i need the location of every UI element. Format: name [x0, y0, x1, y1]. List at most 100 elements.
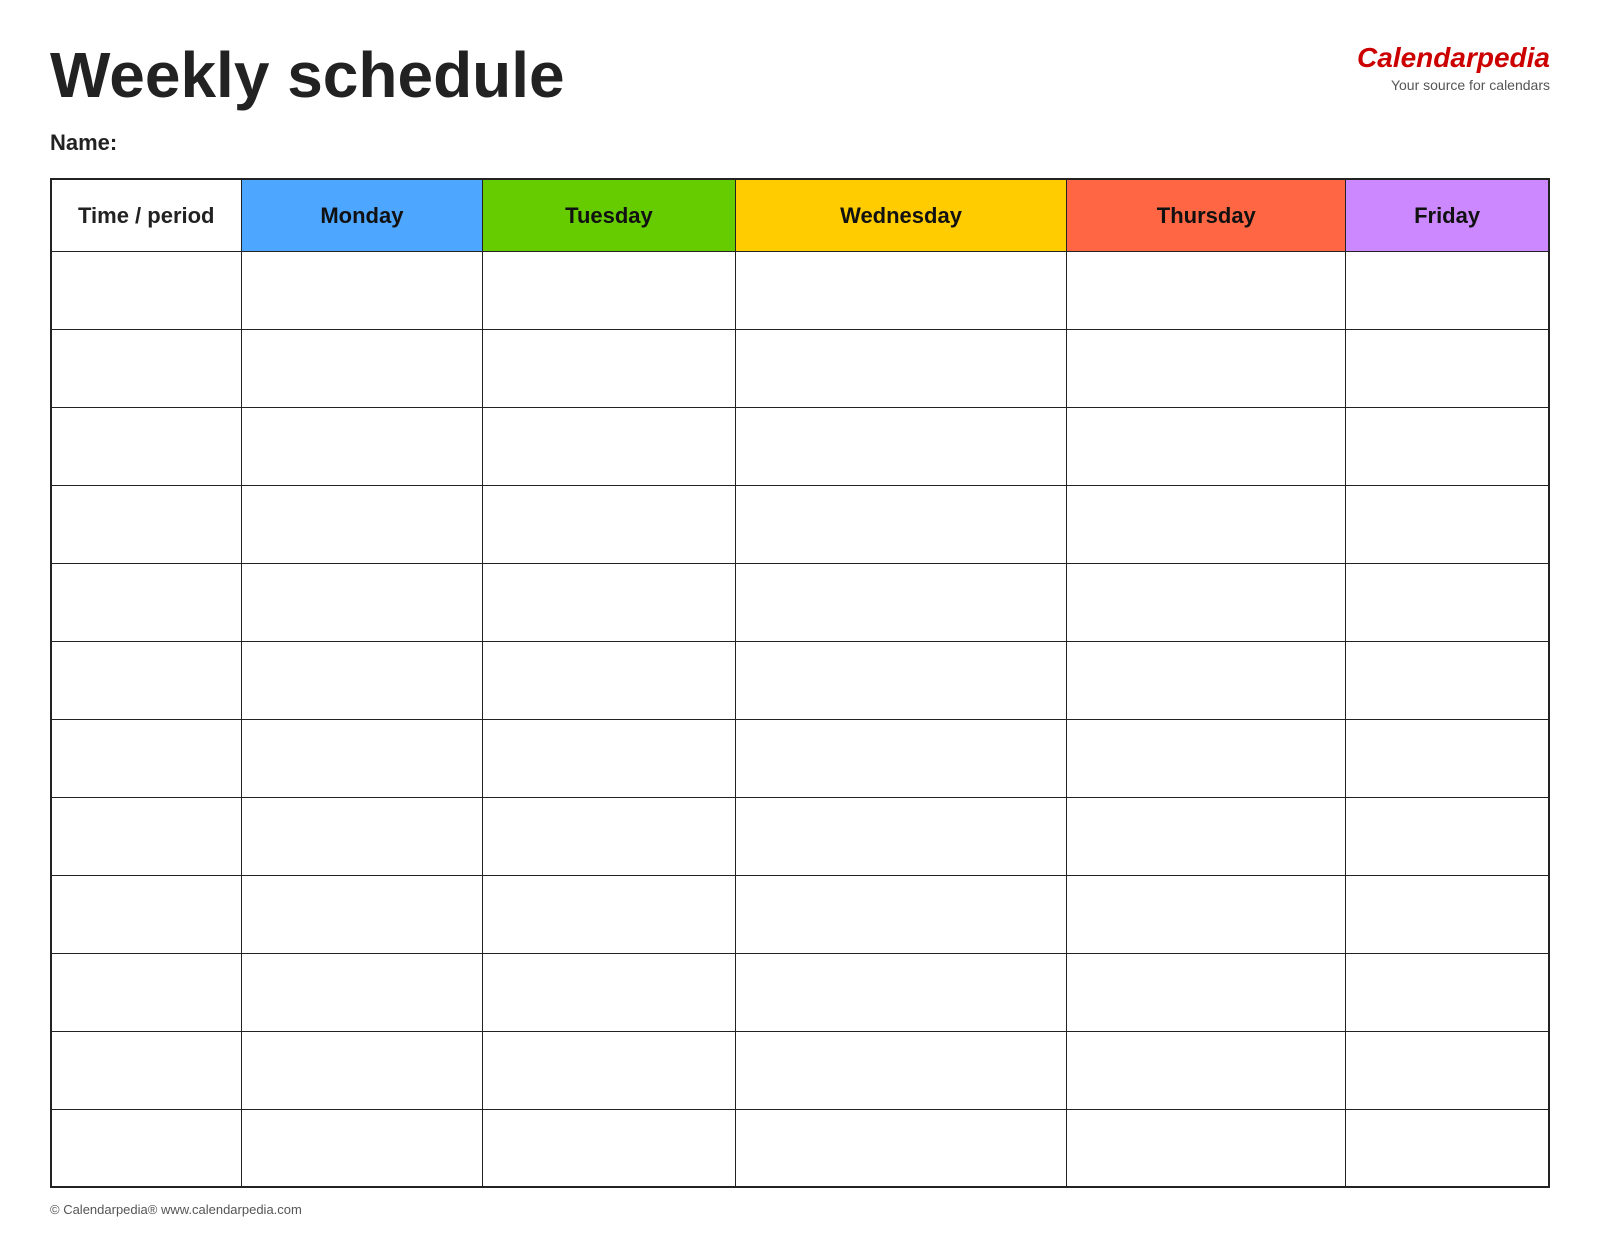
col-header-monday: Monday: [241, 179, 483, 251]
table-cell[interactable]: [1067, 485, 1346, 563]
table-cell[interactable]: [1346, 1109, 1549, 1187]
table-cell[interactable]: [241, 329, 483, 407]
table-cell[interactable]: [735, 1031, 1067, 1109]
table-cell[interactable]: [735, 953, 1067, 1031]
table-cell[interactable]: [1067, 797, 1346, 875]
table-cell[interactable]: [1067, 251, 1346, 329]
table-row: [51, 1031, 1549, 1109]
table-cell[interactable]: [51, 1109, 241, 1187]
table-cell[interactable]: [1346, 797, 1549, 875]
table-cell[interactable]: [1067, 563, 1346, 641]
table-cell[interactable]: [483, 563, 735, 641]
table-cell[interactable]: [483, 875, 735, 953]
table-cell[interactable]: [1346, 641, 1549, 719]
table-row: [51, 407, 1549, 485]
table-cell[interactable]: [1067, 875, 1346, 953]
col-header-friday: Friday: [1346, 179, 1549, 251]
table-row: [51, 485, 1549, 563]
col-header-thursday: Thursday: [1067, 179, 1346, 251]
table-row: [51, 1109, 1549, 1187]
table-cell[interactable]: [735, 719, 1067, 797]
table-row: [51, 329, 1549, 407]
table-cell[interactable]: [1067, 641, 1346, 719]
table-row: [51, 641, 1549, 719]
table-cell[interactable]: [735, 485, 1067, 563]
table-cell[interactable]: [241, 407, 483, 485]
table-cell[interactable]: [735, 875, 1067, 953]
table-cell[interactable]: [483, 641, 735, 719]
table-cell[interactable]: [241, 1109, 483, 1187]
table-cell[interactable]: [241, 875, 483, 953]
table-row: [51, 875, 1549, 953]
table-cell[interactable]: [51, 953, 241, 1031]
table-cell[interactable]: [51, 329, 241, 407]
table-cell[interactable]: [1067, 719, 1346, 797]
table-cell[interactable]: [1346, 485, 1549, 563]
table-cell[interactable]: [1346, 407, 1549, 485]
table-cell[interactable]: [1067, 329, 1346, 407]
table-cell[interactable]: [51, 1031, 241, 1109]
table-cell[interactable]: [241, 953, 483, 1031]
page-title: Weekly schedule: [50, 40, 565, 110]
table-cell[interactable]: [483, 485, 735, 563]
table-cell[interactable]: [483, 797, 735, 875]
table-cell[interactable]: [51, 485, 241, 563]
col-header-tuesday: Tuesday: [483, 179, 735, 251]
table-row: [51, 797, 1549, 875]
table-row: [51, 251, 1549, 329]
table-row: [51, 953, 1549, 1031]
table-cell[interactable]: [1346, 875, 1549, 953]
table-cell[interactable]: [483, 407, 735, 485]
name-label: Name:: [50, 130, 1550, 156]
table-cell[interactable]: [1067, 407, 1346, 485]
table-cell[interactable]: [51, 797, 241, 875]
table-cell[interactable]: [735, 797, 1067, 875]
logo-area: Calendarpedia Your source for calendars: [1357, 40, 1550, 95]
table-cell[interactable]: [483, 719, 735, 797]
table-cell[interactable]: [1346, 719, 1549, 797]
table-cell[interactable]: [241, 251, 483, 329]
header-area: Weekly schedule Calendarpedia Your sourc…: [50, 40, 1550, 110]
table-cell[interactable]: [483, 329, 735, 407]
table-cell[interactable]: [51, 641, 241, 719]
table-cell[interactable]: [735, 251, 1067, 329]
table-cell[interactable]: [51, 407, 241, 485]
table-row: [51, 719, 1549, 797]
table-cell[interactable]: [735, 1109, 1067, 1187]
logo-italic: pedia: [1477, 42, 1550, 73]
logo-main: Calendar: [1357, 42, 1477, 73]
table-cell[interactable]: [1067, 1109, 1346, 1187]
table-cell[interactable]: [51, 251, 241, 329]
col-header-time: Time / period: [51, 179, 241, 251]
table-cell[interactable]: [241, 641, 483, 719]
table-cell[interactable]: [1067, 953, 1346, 1031]
logo-text: Calendarpedia: [1357, 40, 1550, 76]
table-cell[interactable]: [483, 251, 735, 329]
table-cell[interactable]: [51, 875, 241, 953]
header-row: Time / period Monday Tuesday Wednesday T…: [51, 179, 1549, 251]
table-cell[interactable]: [1346, 953, 1549, 1031]
schedule-table: Time / period Monday Tuesday Wednesday T…: [50, 178, 1550, 1188]
table-cell[interactable]: [735, 329, 1067, 407]
table-cell[interactable]: [241, 1031, 483, 1109]
table-cell[interactable]: [1346, 329, 1549, 407]
table-cell[interactable]: [1346, 251, 1549, 329]
table-cell[interactable]: [241, 797, 483, 875]
table-cell[interactable]: [483, 1031, 735, 1109]
table-cell[interactable]: [241, 485, 483, 563]
table-row: [51, 563, 1549, 641]
table-cell[interactable]: [1346, 1031, 1549, 1109]
table-cell[interactable]: [51, 719, 241, 797]
table-cell[interactable]: [735, 407, 1067, 485]
table-cell[interactable]: [1346, 563, 1549, 641]
table-cell[interactable]: [735, 641, 1067, 719]
table-cell[interactable]: [241, 563, 483, 641]
table-cell[interactable]: [735, 563, 1067, 641]
table-cell[interactable]: [483, 953, 735, 1031]
logo-sub: Your source for calendars: [1357, 76, 1550, 94]
table-cell[interactable]: [241, 719, 483, 797]
table-cell[interactable]: [1067, 1031, 1346, 1109]
col-header-wednesday: Wednesday: [735, 179, 1067, 251]
table-cell[interactable]: [483, 1109, 735, 1187]
table-cell[interactable]: [51, 563, 241, 641]
